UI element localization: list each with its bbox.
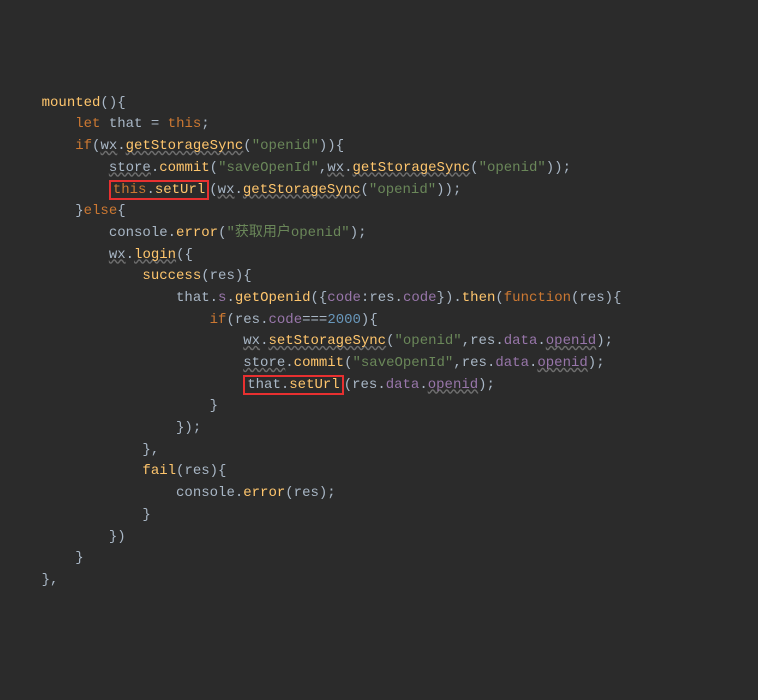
code-line: console.error("获取用户openid"); <box>8 223 758 245</box>
code-line: store.commit("saveOpenId",wx.getStorageS… <box>8 158 758 180</box>
code-line: fail(res){ <box>8 461 758 483</box>
code-line: }) <box>8 527 758 549</box>
highlight-box: that.setUrl <box>243 375 343 396</box>
code-line: } <box>8 505 758 527</box>
code-line: } <box>8 396 758 418</box>
code-line: mounted(){ <box>8 93 758 115</box>
code-line: console.error(res); <box>8 483 758 505</box>
code-line: this.setUrl(wx.getStorageSync("openid"))… <box>8 180 758 202</box>
code-line: }, <box>8 440 758 462</box>
code-line: wx.setStorageSync("openid",res.data.open… <box>8 331 758 353</box>
method-name: mounted <box>42 95 101 111</box>
code-line: if(res.code===2000){ <box>8 310 758 332</box>
highlight-box: this.setUrl <box>109 180 209 201</box>
code-line: }); <box>8 418 758 440</box>
code-line: } <box>8 548 758 570</box>
code-line: store.commit("saveOpenId",res.data.openi… <box>8 353 758 375</box>
code-line: that.s.getOpenid({code:res.code}).then(f… <box>8 288 758 310</box>
code-line: }else{ <box>8 201 758 223</box>
code-line: let that = this; <box>8 114 758 136</box>
code-line: wx.login({ <box>8 245 758 267</box>
code-line: that.setUrl(res.data.openid); <box>8 375 758 397</box>
code-line: if(wx.getStorageSync("openid")){ <box>8 136 758 158</box>
code-line: success(res){ <box>8 266 758 288</box>
code-line: }, <box>8 570 758 592</box>
code-editor[interactable]: mounted(){ let that = this; if(wx.getSto… <box>8 93 758 592</box>
